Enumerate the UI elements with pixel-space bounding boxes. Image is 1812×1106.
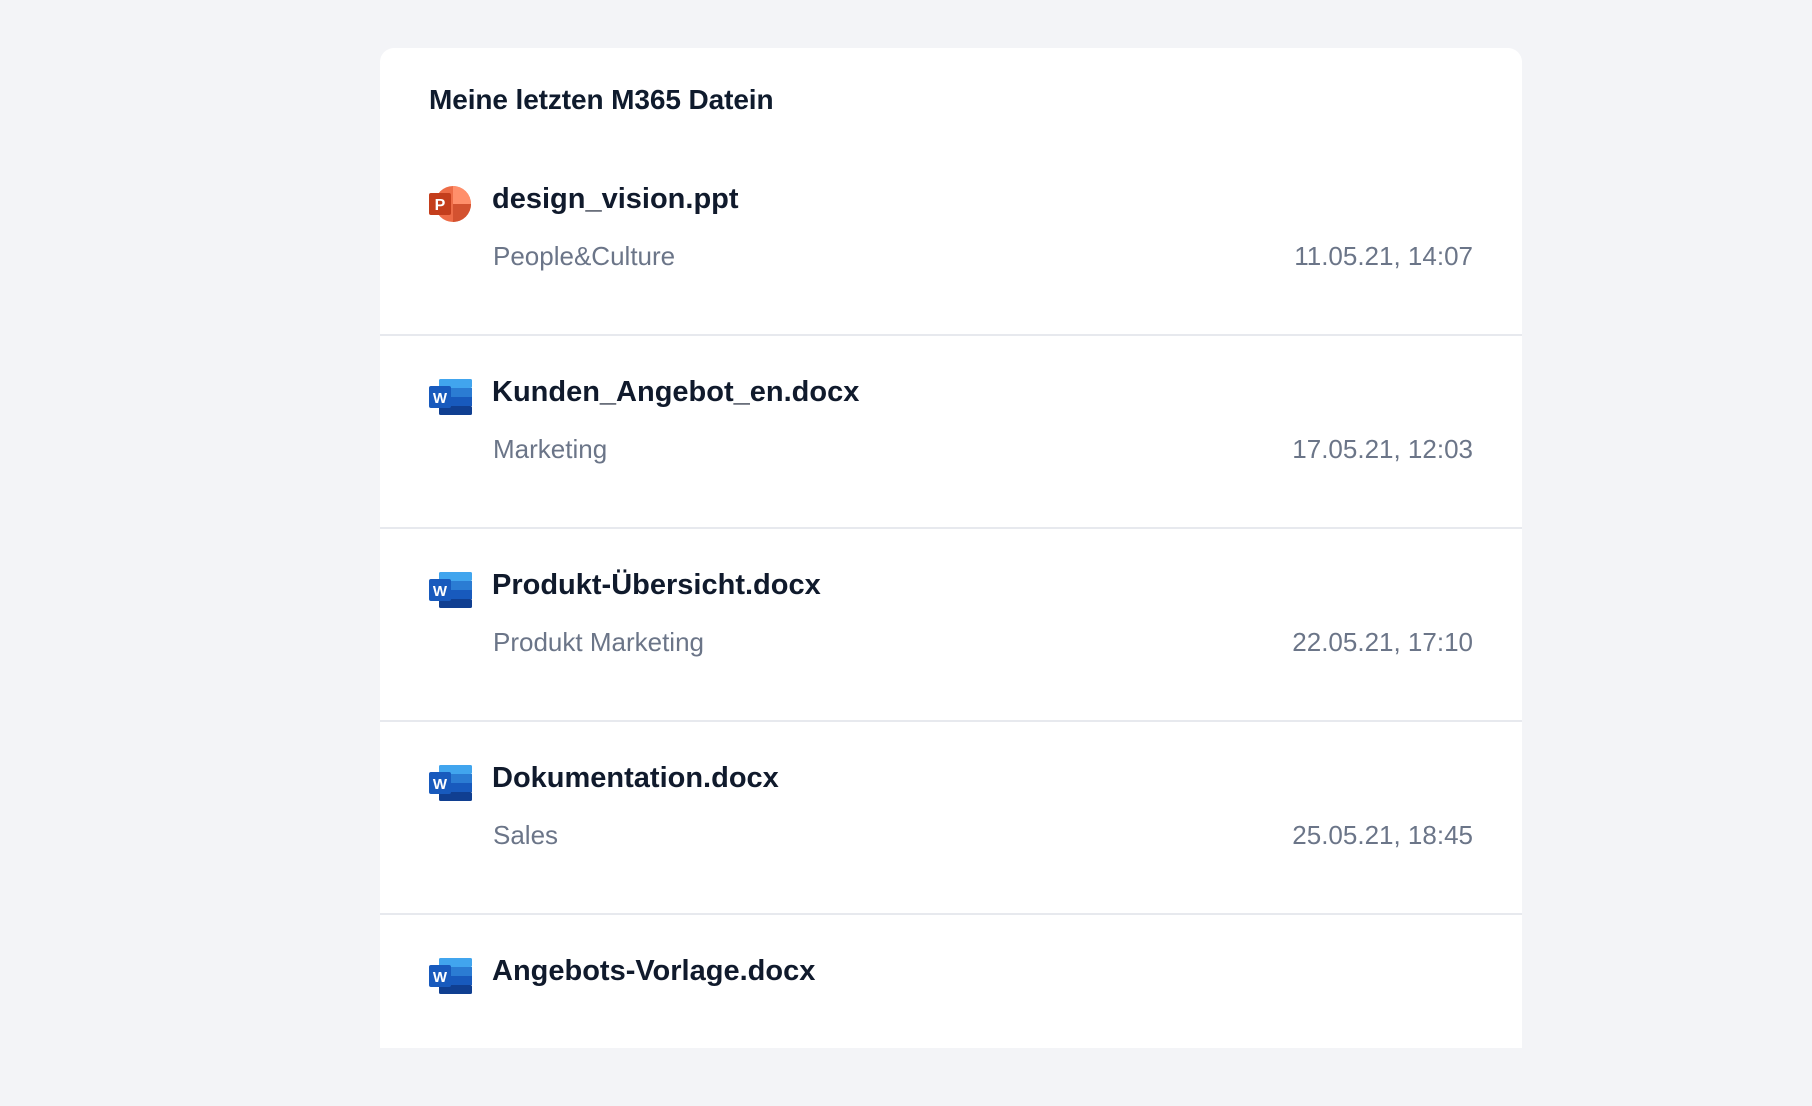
list-item[interactable]: W Angebots-Vorlage.docx [380,915,1522,1106]
svg-text:W: W [433,969,448,986]
card-title: Meine letzten M365 Datein [429,84,774,115]
file-folder: People&Culture [493,241,676,271]
file-date: 22.05.21, 17:10 [1292,627,1473,657]
file-folder: Produkt Marketing [493,627,704,657]
file-name: Produkt-Übersicht.docx [492,569,821,601]
file-name: Kunden_Angebot_en.docx [492,376,860,408]
svg-text:W: W [433,776,448,793]
svg-text:W: W [433,390,448,407]
file-name: design_vision.ppt [492,183,739,215]
file-list: P design_vision.ppt People&Culture 11.05… [380,143,1522,1106]
word-icon: W [429,958,472,994]
file-name: Dokumentation.docx [492,762,779,794]
file-folder: Marketing [493,434,608,464]
word-icon: W [429,379,472,415]
list-item[interactable]: P design_vision.ppt People&Culture 11.05… [380,143,1522,336]
file-date: 17.05.21, 12:03 [1292,434,1473,464]
file-date: 25.05.21, 18:45 [1292,820,1473,850]
file-date: 11.05.21, 14:07 [1294,241,1473,271]
list-item[interactable]: W Produkt-Übersicht.docx Produkt Marketi… [380,529,1522,722]
word-icon: W [429,765,472,801]
recent-files-card: Meine letzten M365 Datein P design_visio… [380,48,1522,1048]
list-item[interactable]: W Dokumentation.docx Sales 25.05.21, 18:… [380,722,1522,915]
word-icon: W [429,572,472,608]
svg-text:P: P [435,197,446,214]
file-folder: Sales [493,820,559,850]
list-item[interactable]: W Kunden_Angebot_en.docx Marketing 17.05… [380,336,1522,529]
svg-text:W: W [433,583,448,600]
file-name: Angebots-Vorlage.docx [492,955,816,987]
powerpoint-icon: P [429,186,471,222]
